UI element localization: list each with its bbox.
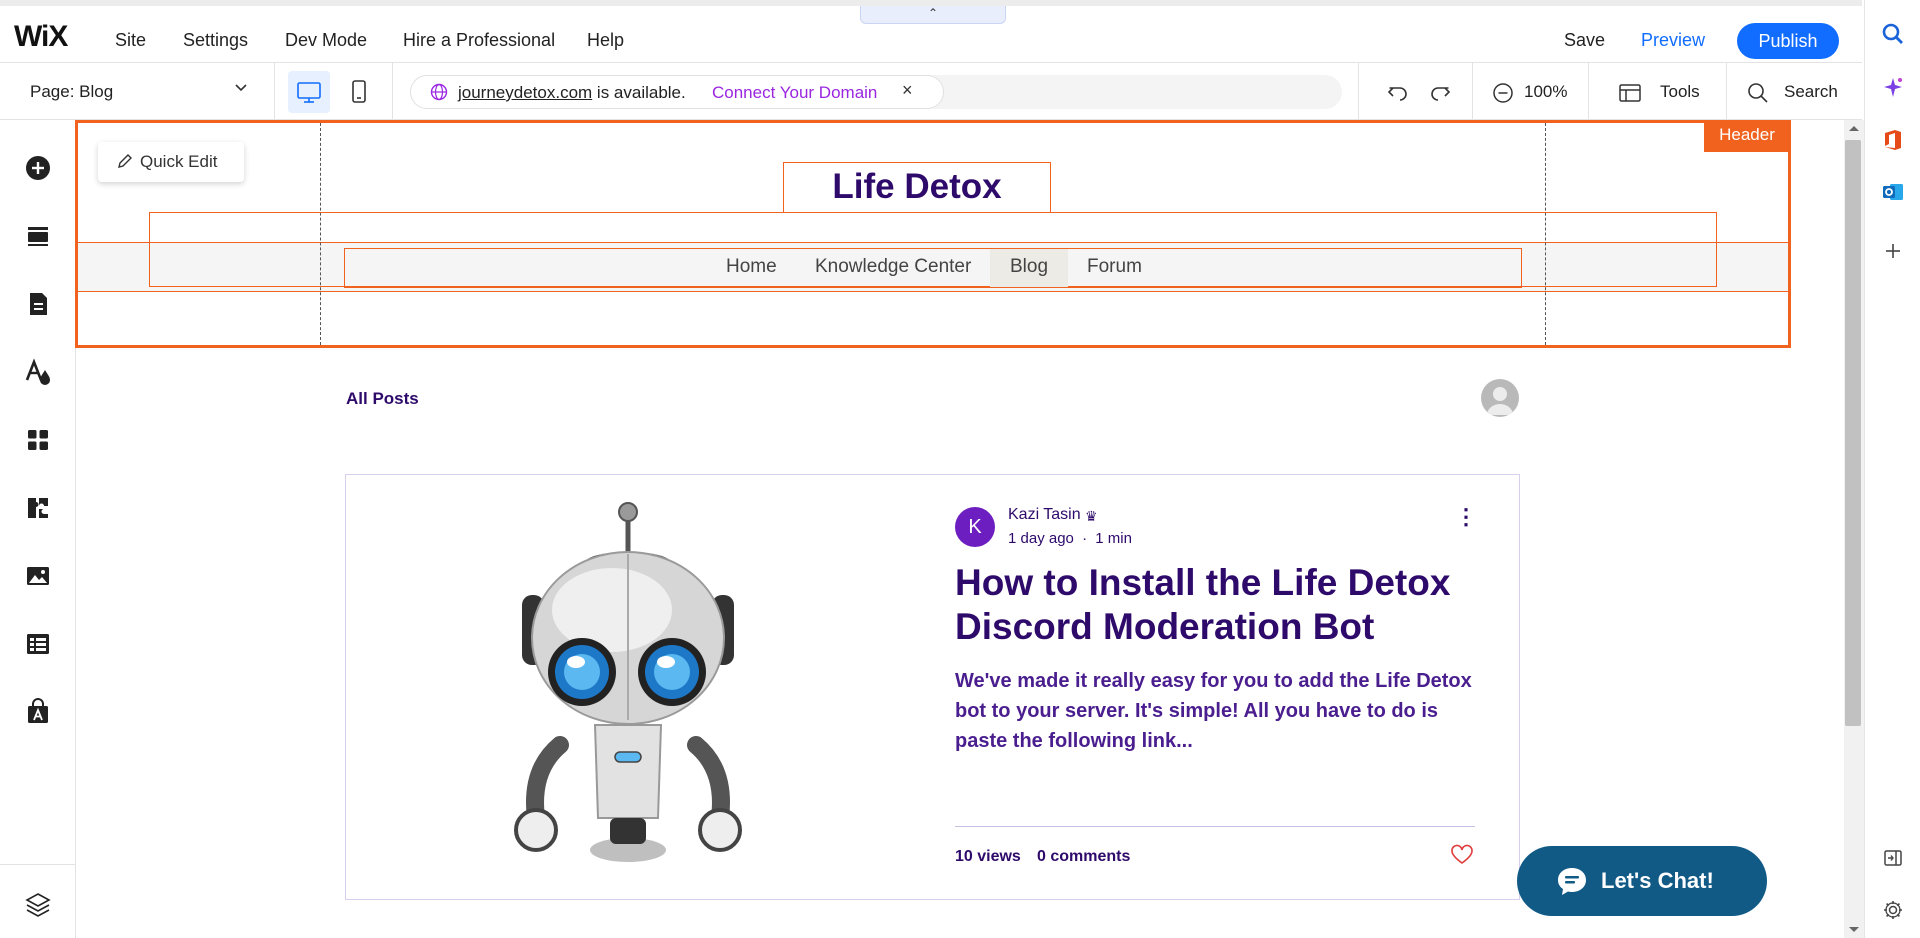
post-excerpt[interactable]: We've made it really easy for you to add… xyxy=(955,666,1485,756)
scrollbar-thumb[interactable] xyxy=(1845,140,1861,726)
member-avatar-icon[interactable] xyxy=(1481,379,1519,417)
scroll-up-icon[interactable] xyxy=(1848,124,1860,132)
comments-count[interactable]: 0 comments xyxy=(1037,848,1130,866)
redo-icon[interactable] xyxy=(1428,80,1452,104)
office-icon[interactable] xyxy=(1881,128,1905,152)
add-elements-icon[interactable] xyxy=(24,154,52,182)
chevron-down-icon[interactable] xyxy=(234,81,248,100)
all-posts-tab[interactable]: All Posts xyxy=(346,389,419,409)
desktop-view-button[interactable] xyxy=(288,71,330,113)
author-avatar[interactable]: K xyxy=(955,507,995,547)
preview-button[interactable]: Preview xyxy=(1641,30,1705,51)
search-icon[interactable] xyxy=(1746,81,1770,105)
menu-dev-mode[interactable]: Dev Mode xyxy=(285,30,367,51)
post-title[interactable]: How to Install the Life Detox Discord Mo… xyxy=(955,561,1485,649)
page-selector[interactable]: Page: Blog xyxy=(30,82,113,102)
scroll-down-icon[interactable] xyxy=(1848,926,1860,934)
chevron-up-icon: ⌃ xyxy=(927,6,939,20)
card-divider xyxy=(955,826,1475,827)
wix-logo[interactable]: WiX xyxy=(14,20,68,54)
search-icon[interactable] xyxy=(1881,22,1905,46)
post-meta: 1 day ago · 1 min xyxy=(1008,530,1132,547)
close-icon[interactable]: × xyxy=(902,80,913,101)
publish-button[interactable]: Publish xyxy=(1737,23,1839,59)
gear-icon[interactable] xyxy=(1882,899,1904,921)
undo-icon[interactable] xyxy=(1386,80,1410,104)
outlook-icon[interactable] xyxy=(1881,180,1905,204)
lets-chat-button[interactable]: Let's Chat! xyxy=(1517,846,1767,916)
app-market-icon[interactable] xyxy=(24,698,52,726)
nav-forum[interactable]: Forum xyxy=(1087,256,1142,278)
menu-help[interactable]: Help xyxy=(587,30,624,51)
sections-icon[interactable] xyxy=(24,222,52,250)
tools-button[interactable]: Tools xyxy=(1660,82,1700,102)
editor-left-sidebar xyxy=(0,120,76,938)
media-icon[interactable] xyxy=(24,562,52,590)
robot-image xyxy=(514,502,742,862)
search-button[interactable]: Search xyxy=(1784,82,1838,102)
save-button[interactable]: Save xyxy=(1564,30,1605,51)
meta-separator: · xyxy=(1082,530,1088,547)
layers-icon[interactable] xyxy=(24,890,52,918)
connect-domain-link[interactable]: Connect Your Domain xyxy=(712,83,877,103)
mobile-view-button[interactable] xyxy=(338,71,380,113)
domain-availability-text: journeydetox.com is available. xyxy=(458,83,686,102)
browser-side-panel xyxy=(1864,0,1920,938)
more-options-icon[interactable]: ⋮ xyxy=(1455,506,1477,528)
header-tag[interactable]: Header xyxy=(1704,120,1790,152)
mobile-icon xyxy=(352,80,366,103)
desktop-icon xyxy=(297,82,321,103)
cms-icon[interactable] xyxy=(24,630,52,658)
views-count: 10 views xyxy=(955,848,1021,865)
apps-icon[interactable] xyxy=(24,426,52,454)
zoom-out-icon[interactable] xyxy=(1492,82,1514,104)
theme-icon[interactable] xyxy=(24,358,52,386)
post-date: 1 day ago xyxy=(1008,530,1074,547)
editor-top-bar: WiX Site Settings Dev Mode Hire a Profes… xyxy=(0,0,1862,63)
zoom-level[interactable]: 100% xyxy=(1524,82,1567,102)
pencil-icon xyxy=(118,154,132,168)
collapse-toolbar-tab[interactable]: ⌃ xyxy=(860,6,1006,24)
heart-icon[interactable] xyxy=(1450,843,1474,867)
author-name[interactable]: Kazi Tasin xyxy=(1008,506,1081,524)
copilot-icon[interactable] xyxy=(1881,76,1905,100)
business-tools-icon[interactable] xyxy=(24,494,52,522)
site-title[interactable]: Life Detox xyxy=(783,162,1051,213)
globe-icon xyxy=(430,83,448,101)
tools-icon[interactable] xyxy=(1618,82,1642,104)
domain-name-link[interactable]: journeydetox.com xyxy=(458,83,592,102)
crown-icon: ♛ xyxy=(1085,508,1098,524)
nav-home[interactable]: Home xyxy=(726,256,777,278)
menu-site[interactable]: Site xyxy=(115,30,146,51)
menu-hire-professional[interactable]: Hire a Professional xyxy=(403,30,555,51)
read-time: 1 min xyxy=(1095,530,1132,547)
menu-settings[interactable]: Settings xyxy=(183,30,248,51)
pages-icon[interactable] xyxy=(24,290,52,318)
chat-bubble-icon xyxy=(1558,868,1586,895)
nav-knowledge-center[interactable]: Knowledge Center xyxy=(815,256,971,278)
add-icon[interactable] xyxy=(1882,240,1904,262)
nav-blog[interactable]: Blog xyxy=(1010,256,1048,278)
editor-toolbar: Page: Blog journeydetox.com is available… xyxy=(0,63,1862,120)
sidebar-toggle-icon[interactable] xyxy=(1882,847,1904,869)
